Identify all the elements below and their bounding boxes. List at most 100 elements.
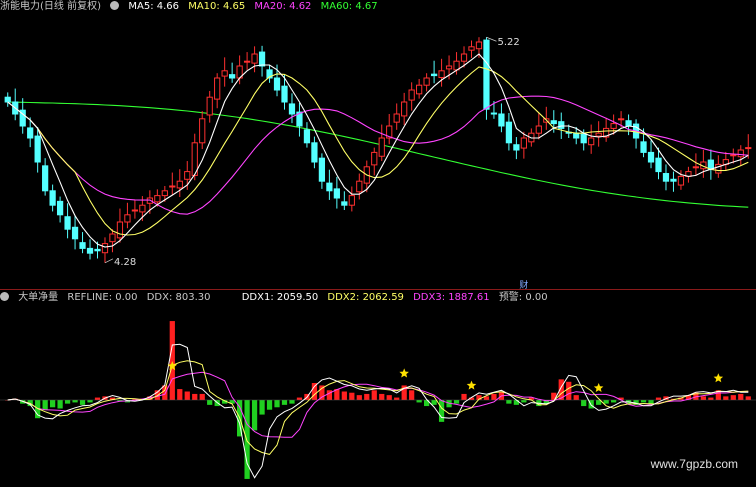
candle-body — [101, 243, 109, 254]
ddx-bar — [723, 396, 729, 400]
ddx-bar — [700, 396, 706, 400]
event-marker: 财 — [519, 279, 528, 291]
candle-body — [707, 159, 714, 170]
candle-body — [303, 129, 311, 144]
chart-canvas: 5.22 4.28 财 — [0, 36, 756, 479]
candle-body — [214, 77, 221, 100]
low-annotation: 4.28 — [114, 257, 136, 268]
candle-body — [588, 137, 595, 146]
candle-body — [498, 113, 505, 127]
candle-body — [229, 74, 236, 79]
candle-body — [558, 121, 565, 129]
ddx-bar — [281, 400, 288, 405]
candle-body — [4, 96, 11, 103]
ddx-bar — [386, 395, 392, 400]
ddx-bar — [162, 385, 168, 400]
candle-body — [408, 89, 415, 101]
candle-body — [281, 85, 288, 103]
candle-body — [573, 132, 580, 139]
ddx-bar — [87, 400, 93, 403]
candle-body — [206, 96, 213, 116]
ddx-bar — [513, 400, 519, 405]
signal-star — [399, 368, 409, 378]
candle-body — [243, 60, 251, 63]
candle-body — [79, 242, 86, 249]
candle-body — [356, 180, 363, 193]
candle-body — [199, 118, 206, 144]
ddx-bar — [655, 397, 662, 400]
ddx-bar — [274, 400, 280, 408]
candle-body — [71, 226, 79, 240]
ddx-bar — [416, 400, 422, 403]
ddx-bar — [192, 393, 198, 400]
candle-body — [176, 180, 183, 189]
ddx-bar — [581, 400, 587, 407]
ddx-bar — [611, 400, 617, 403]
candle-body — [647, 151, 655, 163]
watermark: www.7gpzb.com — [650, 457, 738, 471]
ddx-bar — [356, 395, 362, 400]
candle-body — [94, 248, 101, 252]
candle-body — [483, 39, 490, 110]
candle-body — [251, 53, 258, 64]
ddx-bar — [461, 393, 467, 400]
candle-body — [341, 201, 348, 206]
ddx-bar — [296, 397, 303, 400]
ddx-bar — [349, 392, 355, 400]
ddx-bar — [289, 400, 295, 404]
ddx-bar — [94, 397, 101, 400]
ddx-bar — [259, 400, 265, 415]
candle-body — [318, 157, 326, 182]
candle-body — [670, 178, 677, 182]
candle-body — [468, 46, 475, 51]
ddx-bar — [573, 395, 579, 400]
candle-body — [445, 65, 453, 70]
ddx-bar — [326, 390, 332, 400]
candle-body — [730, 154, 737, 157]
candle-body — [595, 132, 602, 137]
signal-star — [466, 380, 477, 390]
candle-body — [677, 175, 685, 186]
ddx-bar — [566, 381, 572, 400]
candle-body — [311, 142, 318, 163]
candle-body — [27, 127, 34, 139]
ddx-bar — [603, 400, 609, 404]
ddx-bar — [42, 400, 48, 410]
candle-body — [56, 200, 64, 216]
ddx-bar — [199, 393, 205, 400]
ddx-bar — [364, 393, 370, 400]
candle-body — [520, 137, 527, 149]
ddx-bar — [177, 389, 183, 400]
ddx-bar — [491, 393, 497, 400]
candle-body — [393, 113, 400, 123]
ddx-bar — [341, 391, 347, 400]
candle-body — [333, 188, 340, 199]
ddx-bar — [730, 395, 736, 400]
candle-body — [348, 195, 355, 206]
ddx-bar — [64, 400, 71, 404]
ma5-line — [7, 53, 749, 248]
candle-body — [109, 233, 116, 243]
candle-body — [378, 137, 385, 157]
candle-body — [430, 73, 438, 77]
candle-body — [617, 118, 625, 121]
ddx-bar — [409, 390, 415, 400]
candle-body — [288, 103, 296, 115]
ddx-bar — [266, 400, 273, 410]
candle-body — [64, 216, 71, 230]
ddx-bar — [207, 400, 213, 405]
candle-body — [116, 221, 124, 239]
ddx-bar — [251, 400, 258, 431]
candle-body — [326, 182, 333, 192]
ddx-bar — [431, 400, 437, 405]
candle-body — [550, 120, 557, 125]
low-pointer — [104, 258, 114, 264]
ddx-bar — [184, 391, 190, 400]
ddx-bar — [371, 390, 377, 400]
candle-body — [438, 70, 445, 79]
candle-body — [184, 171, 191, 180]
ma60-line — [7, 101, 749, 208]
ddx-bar — [745, 396, 751, 400]
candle-body — [505, 121, 513, 144]
candle-body — [42, 165, 49, 192]
